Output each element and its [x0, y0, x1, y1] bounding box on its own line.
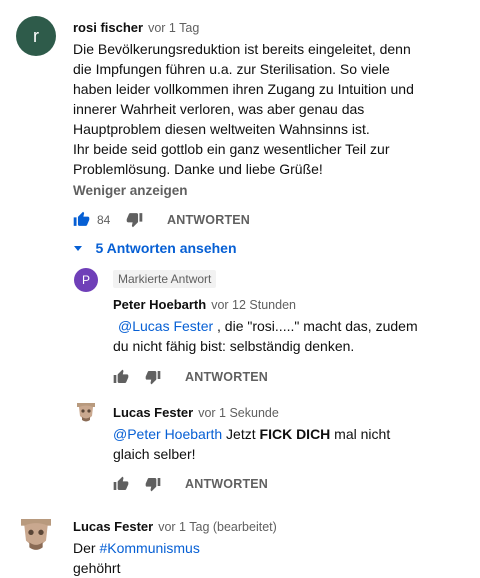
avatar[interactable]: r — [16, 16, 56, 56]
reply-header: Lucas Fester vor 1 Sekunde — [113, 404, 279, 422]
view-replies-label: 5 Antworten ansehen — [95, 240, 237, 257]
hashtag-link[interactable]: #Kommunismus — [99, 540, 199, 556]
thumbs-down-icon[interactable] — [145, 369, 161, 390]
comment-text: Die Bevölkerungsreduktion ist bereits ei… — [73, 39, 473, 179]
thumbs-down-icon[interactable] — [126, 211, 143, 233]
reply-button[interactable]: ANTWORTEN — [185, 477, 268, 491]
avatar-letter: P — [81, 273, 90, 287]
reply-line-text: mal nicht — [330, 426, 391, 442]
avatar[interactable] — [74, 400, 98, 424]
comment-line: Hauptproblem diesen weltweiten Wahnsinns… — [73, 121, 370, 137]
comment-header: Lucas Fester vor 1 Tag (bearbeitet) — [73, 518, 277, 536]
reply-header: Peter Hoebarth vor 12 Stunden — [113, 296, 296, 314]
reply-author[interactable]: Lucas Fester — [113, 405, 193, 420]
reply-text: @Peter Hoebarth Jetzt FICK DICH mal nich… — [113, 424, 473, 464]
comment-header: rosi fischer vor 1 Tag — [73, 19, 199, 37]
thumbs-up-icon[interactable] — [113, 476, 129, 497]
mention-link[interactable]: @Peter Hoebarth — [113, 426, 222, 442]
comment-author[interactable]: rosi fischer — [73, 20, 143, 35]
reply-button[interactable]: ANTWORTEN — [167, 213, 250, 227]
reply-text: @Lucas Fester , die "rosi....." macht da… — [113, 316, 473, 356]
reply-time[interactable]: vor 12 Stunden — [211, 298, 296, 312]
caret-down-icon — [73, 240, 83, 258]
thumbs-up-icon[interactable] — [73, 211, 90, 233]
pinned-reply-badge: Markierte Antwort — [113, 270, 217, 288]
comment-author[interactable]: Lucas Fester — [73, 519, 153, 534]
avatar[interactable]: P — [74, 268, 98, 292]
comment-line: Die Bevölkerungsreduktion ist bereits ei… — [73, 41, 411, 57]
reply-line: glaich selber! — [113, 446, 196, 462]
comment-line: haben leider vollkommen ihren Zugang zu … — [73, 81, 414, 97]
thumbs-up-icon[interactable] — [113, 369, 129, 390]
reply-line: @Lucas Fester , die "rosi....." macht da… — [113, 316, 473, 336]
reply-line: du nicht fähig bist: selbständig denken. — [113, 338, 355, 354]
reply-author[interactable]: Peter Hoebarth — [113, 297, 206, 312]
reply-line: @Peter Hoebarth Jetzt FICK DICH mal nich… — [113, 424, 473, 444]
view-replies-toggle[interactable]: 5 Antworten ansehen — [73, 240, 237, 258]
comment-line: Der #Kommunismus — [73, 538, 473, 558]
like-count: 84 — [97, 213, 111, 227]
avatar[interactable] — [16, 514, 56, 554]
comment-text: Der #Kommunismus gehöhrt — [73, 538, 473, 578]
comment-time[interactable]: vor 1 Tag — [148, 21, 199, 35]
reply-time[interactable]: vor 1 Sekunde — [198, 406, 279, 420]
comment-line: gehöhrt — [73, 560, 121, 576]
mention-link[interactable]: @Lucas Fester — [118, 318, 213, 334]
reply-line-text: Jetzt — [222, 426, 260, 442]
avatar-letter: r — [33, 25, 39, 46]
show-less-button[interactable]: Weniger anzeigen — [73, 181, 188, 201]
comment-line: Ihr beide seid gottlob ein ganz wesentli… — [73, 141, 390, 157]
comment-time[interactable]: vor 1 Tag (bearbeitet) — [158, 520, 277, 534]
reply-button[interactable]: ANTWORTEN — [185, 370, 268, 384]
comment-line-text: Der — [73, 540, 100, 556]
comment-line: innerer Wahrheit verloren, was aber gena… — [73, 101, 365, 117]
comment-line: die Impfungen führen u.a. zur Sterilisat… — [73, 61, 390, 77]
reply-bold-text: FICK DICH — [259, 426, 331, 442]
reply-line-text: , die "rosi....." macht das, zudem — [213, 318, 418, 334]
comment-line: Problemlösung. Danke und liebe Grüße! — [73, 161, 323, 177]
thumbs-down-icon[interactable] — [145, 476, 161, 497]
